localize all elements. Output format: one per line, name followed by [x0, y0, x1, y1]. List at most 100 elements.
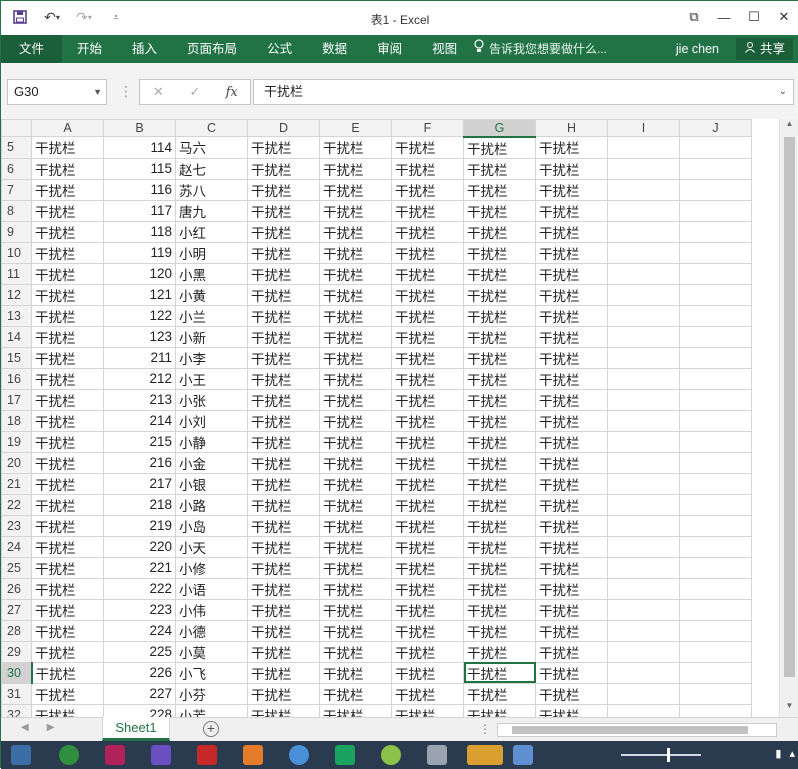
cell-E[interactable]: 干扰栏 — [319, 325, 392, 348]
cell-G[interactable]: 干扰栏 — [463, 283, 536, 306]
chat-app-icon[interactable] — [289, 745, 309, 765]
cell-E[interactable]: 干扰栏 — [319, 409, 392, 432]
cell-I[interactable] — [607, 220, 680, 243]
cell-C[interactable]: 小修 — [175, 556, 248, 579]
cell-D[interactable]: 干扰栏 — [247, 325, 320, 348]
cell-C[interactable]: 小兰 — [175, 304, 248, 327]
cell-A[interactable]: 干扰栏 — [31, 661, 104, 684]
cell-G[interactable]: 干扰栏 — [463, 598, 536, 621]
cell-I[interactable] — [607, 703, 680, 717]
column-header[interactable]: C — [175, 119, 248, 137]
row-header[interactable]: 5 — [1, 136, 32, 159]
enter-icon[interactable]: ✓ — [177, 84, 214, 100]
tab-data[interactable]: 数据 — [307, 35, 362, 63]
row-header[interactable]: 22 — [1, 493, 32, 516]
cell-A[interactable]: 干扰栏 — [31, 346, 104, 369]
close-icon[interactable]: ✕ — [769, 1, 798, 33]
cell-G[interactable]: 干扰栏 — [463, 577, 536, 600]
chevron-down-icon[interactable]: ▼ — [93, 80, 102, 104]
cell-I[interactable] — [607, 136, 680, 159]
cell-G[interactable]: 干扰栏 — [463, 367, 536, 390]
cell-D[interactable]: 干扰栏 — [247, 283, 320, 306]
cell-H[interactable]: 干扰栏 — [535, 157, 608, 180]
row-header[interactable]: 12 — [1, 283, 32, 306]
cell-E[interactable]: 干扰栏 — [319, 346, 392, 369]
cell-D[interactable]: 干扰栏 — [247, 514, 320, 537]
sheet-tab-sheet1[interactable]: Sheet1 — [102, 717, 170, 741]
cell-E[interactable]: 干扰栏 — [319, 619, 392, 642]
cell-B[interactable]: 118 — [103, 220, 176, 243]
cell-B[interactable]: 228 — [103, 703, 176, 717]
cell-A[interactable]: 干扰栏 — [31, 388, 104, 411]
cell-I[interactable] — [607, 325, 680, 348]
cell-H[interactable]: 干扰栏 — [535, 451, 608, 474]
cell-J[interactable] — [679, 703, 752, 717]
cell-B[interactable]: 227 — [103, 682, 176, 705]
cell-J[interactable] — [679, 598, 752, 621]
cell-J[interactable] — [679, 493, 752, 516]
cell-D[interactable]: 干扰栏 — [247, 241, 320, 264]
scroll-down-icon[interactable]: ▼ — [780, 701, 798, 717]
cell-C[interactable]: 小刘 — [175, 409, 248, 432]
cell-D[interactable]: 干扰栏 — [247, 682, 320, 705]
cell-D[interactable]: 干扰栏 — [247, 640, 320, 663]
cell-G[interactable]: 干扰栏 — [463, 682, 536, 705]
add-sheet-icon[interactable]: + — [203, 721, 219, 737]
name-box[interactable]: G30 ▼ — [7, 79, 107, 105]
cell-F[interactable]: 干扰栏 — [391, 640, 464, 663]
matlab-icon[interactable] — [243, 745, 263, 765]
cell-H[interactable]: 干扰栏 — [535, 682, 608, 705]
row-header[interactable]: 9 — [1, 220, 32, 243]
cell-E[interactable]: 干扰栏 — [319, 577, 392, 600]
cell-F[interactable]: 干扰栏 — [391, 367, 464, 390]
active-app-icon[interactable] — [467, 745, 503, 765]
cell-H[interactable]: 干扰栏 — [535, 325, 608, 348]
cell-I[interactable] — [607, 598, 680, 621]
cancel-icon[interactable]: ✕ — [140, 84, 177, 100]
cell-B[interactable]: 219 — [103, 514, 176, 537]
row-header[interactable]: 28 — [1, 619, 32, 642]
cell-F[interactable]: 干扰栏 — [391, 157, 464, 180]
cell-E[interactable]: 干扰栏 — [319, 220, 392, 243]
cell-C[interactable]: 小岛 — [175, 514, 248, 537]
tab-home[interactable]: 开始 — [62, 35, 117, 63]
cell-H[interactable]: 干扰栏 — [535, 619, 608, 642]
cell-H[interactable]: 干扰栏 — [535, 178, 608, 201]
cell-D[interactable]: 干扰栏 — [247, 409, 320, 432]
cell-J[interactable] — [679, 283, 752, 306]
cell-H[interactable]: 干扰栏 — [535, 304, 608, 327]
ribbon-display-options-icon[interactable]: ⧉ — [679, 1, 709, 33]
cell-H[interactable]: 干扰栏 — [535, 136, 608, 159]
cell-G[interactable]: 干扰栏 — [463, 157, 536, 180]
cell-F[interactable]: 干扰栏 — [391, 577, 464, 600]
cell-F[interactable]: 干扰栏 — [391, 619, 464, 642]
cell-D[interactable]: 干扰栏 — [247, 178, 320, 201]
cell-G[interactable]: 干扰栏 — [463, 199, 536, 222]
cell-F[interactable]: 干扰栏 — [391, 388, 464, 411]
vertical-scroll-thumb[interactable] — [784, 137, 795, 677]
row-header[interactable]: 16 — [1, 367, 32, 390]
column-header[interactable]: J — [679, 119, 752, 137]
cell-H[interactable]: 干扰栏 — [535, 703, 608, 717]
cell-A[interactable]: 干扰栏 — [31, 325, 104, 348]
sigma-app-icon[interactable] — [105, 745, 125, 765]
row-header[interactable]: 31 — [1, 682, 32, 705]
row-header[interactable]: 11 — [1, 262, 32, 285]
cell-G[interactable]: 干扰栏 — [463, 430, 536, 453]
cell-E[interactable]: 干扰栏 — [319, 199, 392, 222]
cell-I[interactable] — [607, 283, 680, 306]
cell-D[interactable]: 干扰栏 — [247, 157, 320, 180]
user-name[interactable]: jie chen — [676, 35, 719, 63]
column-header-selected[interactable]: G — [463, 119, 536, 138]
cell-F[interactable]: 干扰栏 — [391, 535, 464, 558]
cell-H[interactable]: 干扰栏 — [535, 514, 608, 537]
cell-H[interactable]: 干扰栏 — [535, 409, 608, 432]
cell-C[interactable]: 小莫 — [175, 640, 248, 663]
cell-G[interactable]: 干扰栏 — [463, 136, 536, 159]
row-header[interactable]: 15 — [1, 346, 32, 369]
cell-J[interactable] — [679, 514, 752, 537]
cell-G[interactable]: 干扰栏 — [463, 241, 536, 264]
cell-J[interactable] — [679, 472, 752, 495]
row-header[interactable]: 19 — [1, 430, 32, 453]
cell-A[interactable]: 干扰栏 — [31, 283, 104, 306]
